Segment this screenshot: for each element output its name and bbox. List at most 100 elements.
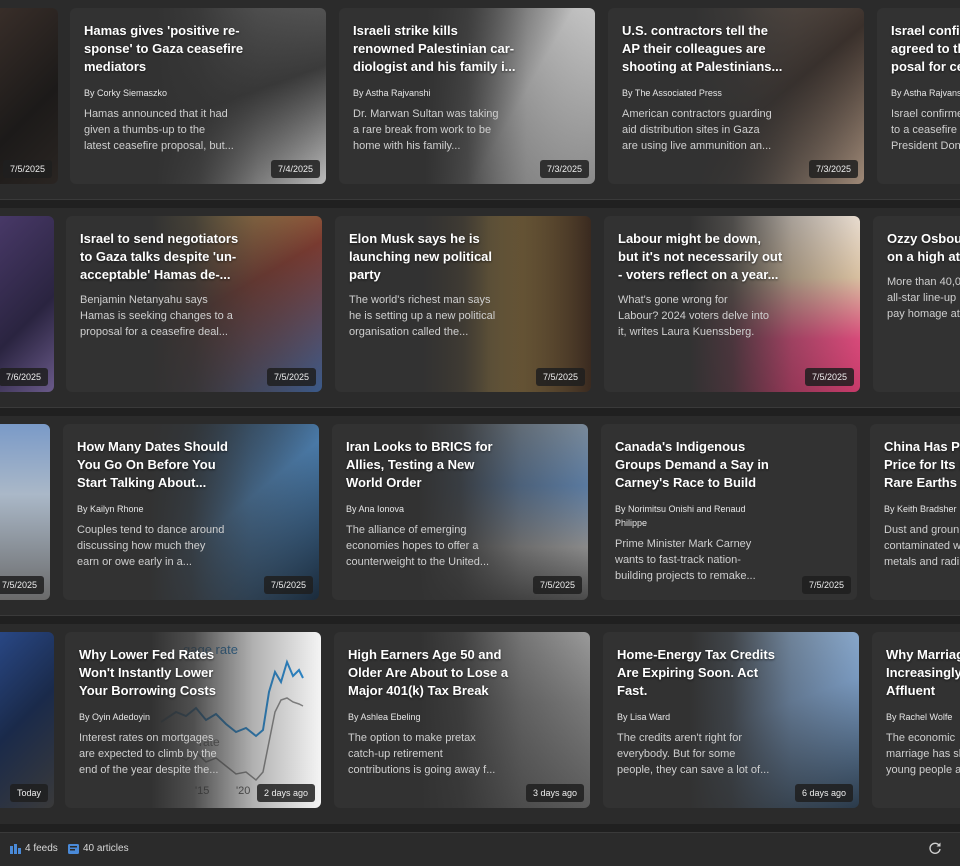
articles-count: 40 articles bbox=[68, 843, 129, 854]
article-title: Israel confir agreed to th posal for ce bbox=[891, 23, 960, 74]
article-date: 3 days ago bbox=[525, 784, 584, 802]
article-summary: Dust and groun contaminated w metals and… bbox=[884, 524, 960, 568]
article-author: By Lisa Ward bbox=[617, 712, 671, 722]
article-summary: Interest rates on mortgages are expected… bbox=[79, 732, 219, 776]
article-author: By Astha Rajvanshi bbox=[353, 88, 431, 98]
divider bbox=[0, 407, 960, 408]
article-card[interactable]: Elon Musk says he is launching new polit… bbox=[335, 216, 591, 392]
article-title: Canada's Indigenous Groups Demand a Say … bbox=[615, 439, 769, 490]
article-image bbox=[0, 216, 54, 392]
article-date: 6 days ago bbox=[794, 784, 853, 802]
article-title: Israeli strike kills renowned Palestinia… bbox=[353, 23, 516, 74]
article-card[interactable]: U.S. contractors tell the AP their colle… bbox=[608, 8, 864, 184]
article-author: By The Associated Press bbox=[622, 88, 722, 98]
article-summary: The credits aren't right for everybody. … bbox=[617, 732, 770, 776]
article-card[interactable]: How Many Dates Should You Go On Before Y… bbox=[63, 424, 319, 600]
chart-tick: '15 bbox=[195, 785, 209, 797]
article-title: Home-Energy Tax Credits Are Expiring Soo… bbox=[617, 647, 775, 698]
article-summary: Prime Minister Mark Carney wants to fast… bbox=[615, 538, 756, 582]
article-date: 7/6/2025 bbox=[0, 368, 48, 386]
article-summary: Dr. Marwan Sultan was taking a rare brea… bbox=[353, 108, 499, 152]
article-card[interactable]: Iran Looks to BRICS for Allies, Testing … bbox=[332, 424, 588, 600]
feed-row: 7/5/2025 Hamas gives 'positive re- spons… bbox=[0, 0, 960, 200]
article-card[interactable]: 7/5/2025 bbox=[0, 424, 50, 600]
article-title: Labour might be down, but it's not neces… bbox=[618, 231, 783, 282]
article-author: By Ana Ionova bbox=[346, 504, 405, 514]
article-date: 7/3/2025 bbox=[808, 160, 858, 178]
article-author: By Keith Bradsher bbox=[884, 504, 957, 514]
article-author: By Kailyn Rhone bbox=[77, 504, 144, 514]
article-card[interactable]: Israel confir agreed to th posal for ce … bbox=[877, 8, 960, 184]
article-summary: The alliance of emerging economies hopes… bbox=[346, 524, 490, 568]
article-card[interactable]: 7/6/2025 bbox=[0, 216, 54, 392]
article-summary: Hamas announced that it had given a thum… bbox=[84, 108, 234, 152]
article-author: By Rachel Wolfe bbox=[886, 712, 953, 722]
article-date: 7/5/2025 bbox=[0, 576, 44, 594]
article-date: 7/5/2025 bbox=[801, 576, 851, 594]
article-title: Why Marriag Increasingly Affluent bbox=[886, 647, 960, 698]
article-summary: The economic marriage has sl young peopl… bbox=[886, 732, 960, 776]
articles-label: 40 articles bbox=[83, 843, 129, 854]
article-card[interactable]: Why Marriag Increasingly Affluent By Rac… bbox=[872, 632, 960, 808]
article-summary: Benjamin Netanyahu says Hamas is seeking… bbox=[80, 294, 233, 338]
article-date: 7/5/2025 bbox=[532, 576, 582, 594]
feed-row: 7/5/2025 How Many Dates Should You Go On… bbox=[0, 416, 960, 616]
chart-tick: '20 bbox=[236, 785, 250, 797]
article-date: 2 days ago bbox=[256, 784, 315, 802]
article-date: 7/5/2025 bbox=[266, 368, 316, 386]
article-card[interactable]: Home-Energy Tax Credits Are Expiring Soo… bbox=[603, 632, 859, 808]
article-title: Ozzy Osbour on a high at bbox=[887, 231, 960, 264]
article-author: By Oyin Adedoyin bbox=[79, 712, 151, 722]
article-summary: Couples tend to dance around discussing … bbox=[77, 524, 225, 568]
article-author: By Astha Rajvans bbox=[891, 88, 960, 98]
article-title: Hamas gives 'positive re- sponse' to Gaz… bbox=[84, 23, 244, 74]
article-title: Why Lower Fed Rates Won't Instantly Lowe… bbox=[79, 647, 216, 698]
article-card[interactable]: Ozzy Osbour on a high at More than 40,0 … bbox=[873, 216, 960, 392]
divider bbox=[0, 615, 960, 616]
refresh-icon[interactable] bbox=[928, 841, 942, 855]
article-date: 7/5/2025 bbox=[263, 576, 313, 594]
article-card[interactable]: China Has Pa Price for Its D Rare Earths… bbox=[870, 424, 960, 600]
article-title: Elon Musk says he is launching new polit… bbox=[349, 231, 493, 282]
articles-icon bbox=[68, 843, 79, 854]
status-bar: 4 feeds 40 articles bbox=[0, 832, 960, 866]
feed-row: 7/6/2025 Israel to send negotiators to G… bbox=[0, 208, 960, 408]
article-date: 7/5/2025 bbox=[2, 160, 52, 178]
article-date: 7/5/2025 bbox=[535, 368, 585, 386]
article-image bbox=[0, 424, 50, 600]
article-card[interactable]: 7/5/2025 bbox=[0, 8, 58, 184]
article-card[interactable]: High Earners Age 50 and Older Are About … bbox=[334, 632, 590, 808]
article-date: 7/4/2025 bbox=[270, 160, 320, 178]
feeds-count: 4 feeds bbox=[10, 843, 58, 854]
article-title: How Many Dates Should You Go On Before Y… bbox=[77, 439, 228, 490]
article-date: Today bbox=[9, 784, 48, 802]
article-title: High Earners Age 50 and Older Are About … bbox=[348, 647, 509, 698]
article-title: U.S. contractors tell the AP their colle… bbox=[622, 23, 783, 74]
article-title: Iran Looks to BRICS for Allies, Testing … bbox=[346, 439, 493, 490]
article-title: China Has Pa Price for Its D Rare Earths bbox=[884, 439, 960, 490]
article-author: By Ashlea Ebeling bbox=[348, 712, 421, 722]
article-image bbox=[0, 632, 54, 808]
article-card[interactable]: Canada's Indigenous Groups Demand a Say … bbox=[601, 424, 857, 600]
article-card[interactable]: Today bbox=[0, 632, 54, 808]
article-card[interactable]: Israel to send negotiators to Gaza talks… bbox=[66, 216, 322, 392]
article-summary: What's gone wrong for Labour? 2024 voter… bbox=[618, 294, 770, 338]
divider bbox=[0, 199, 960, 200]
feeds-label: 4 feeds bbox=[25, 843, 58, 854]
article-author: By Corky Siemaszko bbox=[84, 88, 168, 98]
article-summary: More than 40,0 all-star line-up pay homa… bbox=[887, 276, 960, 320]
article-card[interactable]: Israeli strike kills renowned Palestinia… bbox=[339, 8, 595, 184]
article-card[interactable]: Hamas gives 'positive re- sponse' to Gaz… bbox=[70, 8, 326, 184]
article-summary: Israel confirme to a ceasefire President… bbox=[891, 108, 960, 152]
article-author: By Norimitsu Onishi and Renaud Philippe bbox=[615, 504, 746, 528]
article-title: Israel to send negotiators to Gaza talks… bbox=[80, 231, 239, 282]
article-summary: American contractors guarding aid distri… bbox=[622, 108, 772, 152]
article-image bbox=[0, 8, 58, 184]
article-date: 7/5/2025 bbox=[804, 368, 854, 386]
article-summary: The world's richest man says he is setti… bbox=[349, 294, 496, 338]
article-card[interactable]: gage rate rate '15 '20 Why Lower Fed Rat… bbox=[65, 632, 321, 808]
feed-row: Today gage rate rate '15 '20 Why Lower F… bbox=[0, 624, 960, 824]
article-summary: The option to make pretax catch-up retir… bbox=[348, 732, 496, 776]
article-date: 7/3/2025 bbox=[539, 160, 589, 178]
article-card[interactable]: Labour might be down, but it's not neces… bbox=[604, 216, 860, 392]
